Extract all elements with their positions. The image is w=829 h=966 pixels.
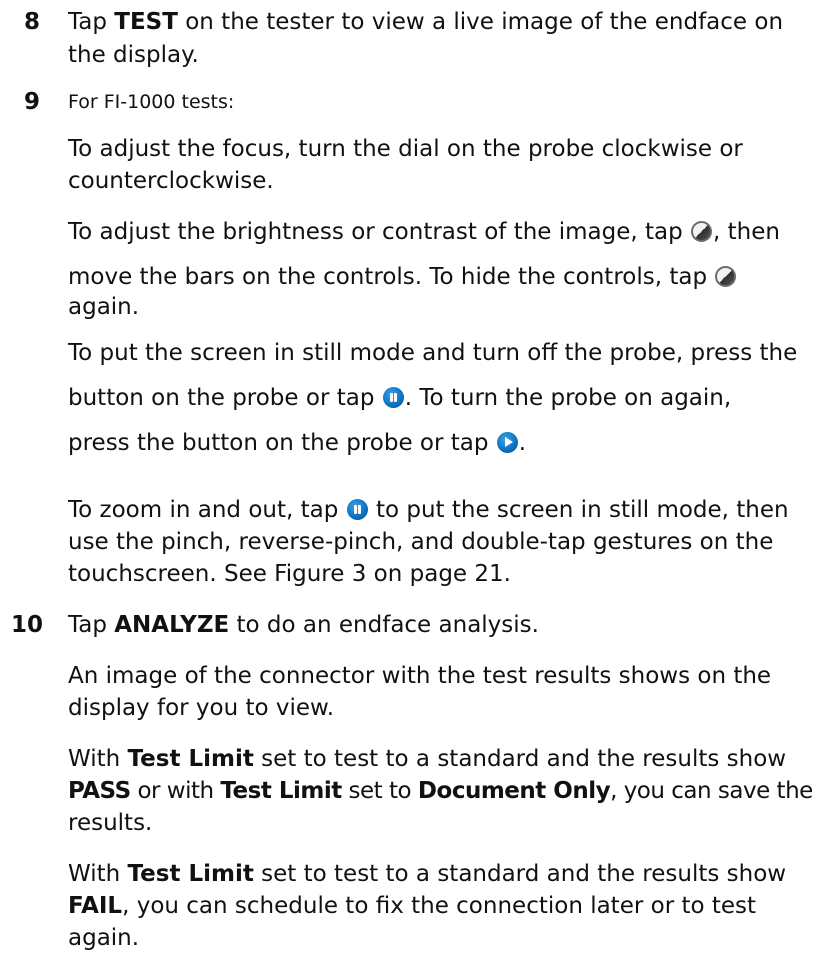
focus-para-line-1: To adjust the focus, turn the dial on th… (68, 136, 743, 162)
play-icon[interactable] (496, 432, 518, 453)
contrast-para-line-1: To adjust the brightness or contrast of … (68, 219, 780, 245)
results-para-line-2: display for you to view. (68, 695, 335, 721)
step-number-10: 10 (11, 612, 44, 638)
still-para-line-2: button on the probe or tap . To turn the… (68, 385, 732, 411)
manual-page: 8 Tap TEST on the tester to view a live … (0, 0, 829, 966)
focus-para-line-2: counterclockwise. (68, 168, 274, 194)
still-para-line-1: To put the screen in still mode and turn… (68, 340, 798, 366)
pause-icon[interactable] (346, 499, 368, 520)
step-number-9: 9 (24, 89, 41, 115)
pass-para-line-3: results. (68, 810, 153, 836)
pause-icon[interactable] (382, 387, 404, 408)
pass-para-line-1: With Test Limit set to test to a standar… (68, 746, 787, 772)
contrast-para-line-2: move the bars on the controls. To hide t… (68, 261, 737, 293)
still-para-line-3: press the button on the probe or tap . (68, 430, 527, 456)
results-para-line-1: An image of the connector with the test … (68, 663, 772, 689)
contrast-para-line-3: again. (68, 294, 140, 320)
step-8-line-2: the display. (68, 42, 199, 68)
step-10-line-1: Tap ANALYZE to do an endface analysis. (68, 612, 539, 638)
zoom-para-line-2: use the pinch, reverse-pinch, and double… (68, 529, 774, 555)
pass-para-line-2: PASS or with Test Limit set to Document … (68, 778, 813, 804)
step-9-intro: For FI-1000 tests: (68, 91, 235, 113)
zoom-para-line-3: touchscreen. See Figure 3 on page 21. (68, 561, 511, 587)
step-8-line-1: Tap TEST on the tester to view a live im… (68, 9, 784, 35)
step-number-8: 8 (24, 9, 41, 35)
fail-para-line-1: With Test Limit set to test to a standar… (68, 861, 787, 887)
zoom-para-line-1: To zoom in and out, tap to put the scree… (68, 497, 789, 523)
fail-para-line-3: again. (68, 925, 140, 951)
contrast-icon[interactable] (715, 266, 737, 287)
contrast-icon[interactable] (691, 221, 713, 242)
fail-para-line-2: FAIL, you can schedule to fix the connec… (68, 893, 757, 919)
